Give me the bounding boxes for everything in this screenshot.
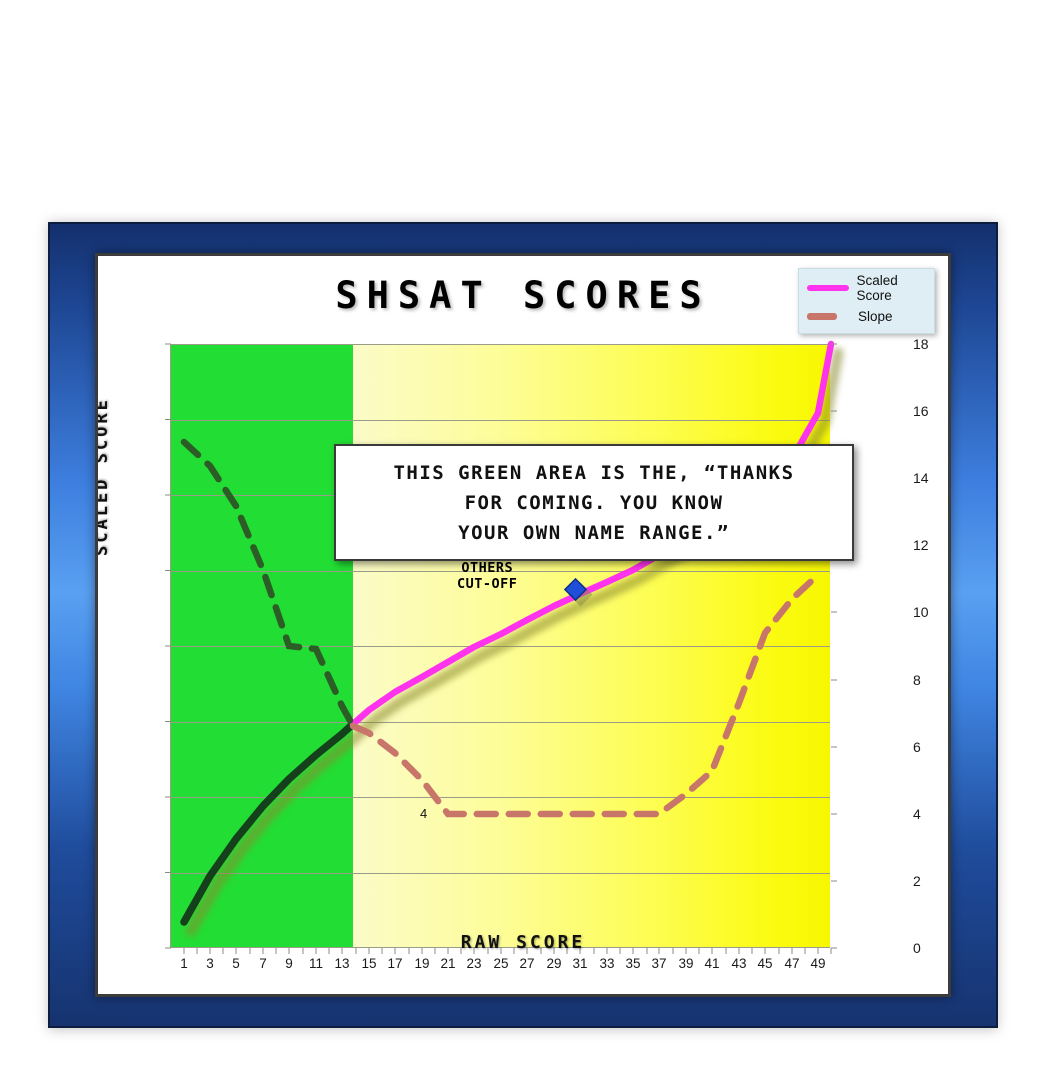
y-axis-title: SCALED SCORE <box>98 397 112 556</box>
x-axis-title: RAW SCORE <box>460 932 586 953</box>
y2-axis-label-16: 16 <box>913 403 929 419</box>
x-axis-label-25: 25 <box>493 956 509 971</box>
chart-canvas: SHSAT SCORES Scaled Score Slope 4 OTHERS… <box>98 256 948 994</box>
x-axis-label-11: 11 <box>308 956 324 971</box>
legend-item-scaled-score[interactable]: Scaled Score <box>807 273 934 303</box>
legend-item-slope[interactable]: Slope <box>807 305 893 327</box>
x-axis-label-43: 43 <box>731 956 747 971</box>
y1-axis-ticks <box>165 343 171 949</box>
x-axis-label-13: 13 <box>334 956 350 971</box>
y2-axis-label-8: 8 <box>913 672 921 688</box>
y2-axis-ticks <box>831 343 837 949</box>
x-axis-label-19: 19 <box>414 956 430 971</box>
x-axis-label-9: 9 <box>285 956 293 971</box>
plot-area: 4 STUYVESANT CUT-OFF OTHERS CUT-OFF 400 … <box>165 336 929 971</box>
x-axis-label-17: 17 <box>387 956 403 971</box>
legend-label-scaled-score: Scaled Score <box>856 273 898 303</box>
others-cutoff-label: OTHERS CUT-OFF <box>457 560 517 592</box>
x-axis-label-27: 27 <box>519 956 535 971</box>
x-axis-label-33: 33 <box>599 956 615 971</box>
x-axis-label-37: 37 <box>651 956 667 971</box>
x-axis-label-3: 3 <box>206 956 214 971</box>
y2-axis-label-14: 14 <box>913 470 929 486</box>
x-axis-label-29: 29 <box>546 956 562 971</box>
legend-label-slope: Slope <box>858 308 893 324</box>
green-area-callout: THIS GREEN AREA IS THE, “THANKS FOR COMI… <box>334 444 854 561</box>
x-axis-label-39: 39 <box>678 956 694 971</box>
x-axis-label-35: 35 <box>625 956 641 971</box>
legend-swatch-slope <box>807 312 837 320</box>
chart-legend: Scaled Score Slope <box>798 268 935 334</box>
x-axis-label-31: 31 <box>572 956 588 971</box>
x-axis-label-21: 21 <box>440 956 456 971</box>
legend-swatch-scaled-score <box>807 285 850 291</box>
others-cutoff-label-line1: OTHERS <box>461 560 514 576</box>
slope-data-label: 4 <box>420 806 428 821</box>
x-axis-label-41: 41 <box>704 956 720 971</box>
callout-line-1: THIS GREEN AREA IS THE, “THANKS <box>393 461 795 484</box>
y2-axis-label-2: 2 <box>913 873 921 889</box>
callout-line-3: YOUR OWN NAME RANGE.” <box>458 521 730 544</box>
y2-axis-label-12: 12 <box>913 537 929 553</box>
x-axis-label-45: 45 <box>757 956 773 971</box>
y2-axis-label-18: 18 <box>913 336 929 352</box>
y2-axis-label-6: 6 <box>913 739 921 755</box>
x-axis-label-23: 23 <box>466 956 482 971</box>
screenshot-root: SHSAT SCORES Scaled Score Slope 4 OTHERS… <box>0 0 1048 1070</box>
x-axis-label-5: 5 <box>232 956 240 971</box>
x-axis-label-47: 47 <box>784 956 800 971</box>
y2-axis-label-4: 4 <box>913 806 921 822</box>
x-axis-label-49: 49 <box>810 956 826 971</box>
x-axis-label-15: 15 <box>361 956 377 971</box>
slope-line-green-region <box>180 438 357 730</box>
y2-axis-label-10: 10 <box>913 604 929 620</box>
x-axis-label-7: 7 <box>259 956 267 971</box>
callout-line-2: FOR COMING. YOU KNOW <box>464 491 724 514</box>
data-series-layer <box>165 340 844 954</box>
others-cutoff-label-line2: CUT-OFF <box>457 576 518 592</box>
x-axis-label-1: 1 <box>180 956 188 971</box>
